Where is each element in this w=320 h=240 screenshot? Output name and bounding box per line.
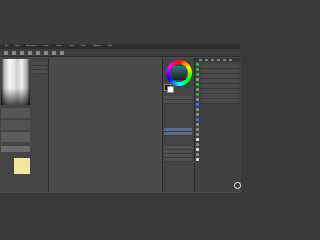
visibility-icon[interactable]: [196, 73, 199, 76]
tool-property-row[interactable]: [1, 120, 30, 130]
tab-icon[interactable]: [211, 58, 214, 61]
brush-size-row[interactable]: [1, 146, 30, 152]
layer-icon[interactable]: [196, 113, 199, 116]
layer-icon[interactable]: [196, 133, 199, 136]
subtool-panel: [31, 58, 49, 192]
layer-icon[interactable]: [196, 138, 199, 141]
navigator-preview-shade: [1, 88, 30, 105]
layer-row[interactable]: [201, 99, 239, 104]
canvas-area[interactable]: [49, 58, 162, 192]
panel-tabs: [195, 58, 240, 61]
layer-icon[interactable]: [196, 123, 199, 126]
visibility-icon[interactable]: [196, 83, 199, 86]
visibility-icon[interactable]: [196, 93, 199, 96]
tab-icon[interactable]: [205, 58, 208, 61]
redo-button[interactable]: [36, 50, 40, 55]
deselect-button[interactable]: [60, 50, 64, 55]
layer-icon[interactable]: [196, 148, 199, 151]
transform-button[interactable]: [52, 50, 56, 55]
selected-row[interactable]: [164, 132, 192, 136]
layer-icons: [196, 63, 200, 161]
tab-icon[interactable]: [223, 58, 226, 61]
panel-row[interactable]: [164, 100, 192, 104]
layer-icon[interactable]: [196, 103, 199, 106]
command-bar: [0, 49, 240, 57]
layer-icon[interactable]: [196, 143, 199, 146]
open-file-button[interactable]: [12, 50, 16, 55]
visibility-icon[interactable]: [196, 68, 199, 71]
clear-button[interactable]: [44, 50, 48, 55]
layer-icon[interactable]: [196, 108, 199, 111]
layer-icon[interactable]: [196, 128, 199, 131]
layer-icon[interactable]: [196, 118, 199, 121]
save-button[interactable]: [20, 50, 24, 55]
visibility-icon[interactable]: [196, 63, 199, 66]
sub-color-swatch[interactable]: [167, 86, 174, 93]
panel-row[interactable]: [164, 158, 192, 162]
circle-icon[interactable]: [234, 182, 241, 189]
tab-icon[interactable]: [217, 58, 220, 61]
layer-icon[interactable]: [196, 158, 199, 161]
color-square[interactable]: [172, 66, 186, 80]
tab-icon[interactable]: [229, 58, 232, 61]
layer-icon[interactable]: [196, 88, 199, 91]
layer-thumbnail[interactable]: [14, 158, 30, 174]
tool-property-row[interactable]: [1, 108, 30, 118]
undo-button[interactable]: [28, 50, 32, 55]
new-file-button[interactable]: [4, 50, 8, 55]
layer-icon[interactable]: [196, 153, 199, 156]
tool-property-row[interactable]: [1, 132, 30, 142]
tab-icon[interactable]: [199, 58, 202, 61]
subtool-item[interactable]: [32, 70, 47, 74]
layer-icon[interactable]: [196, 78, 199, 81]
layer-icon[interactable]: [196, 98, 199, 101]
